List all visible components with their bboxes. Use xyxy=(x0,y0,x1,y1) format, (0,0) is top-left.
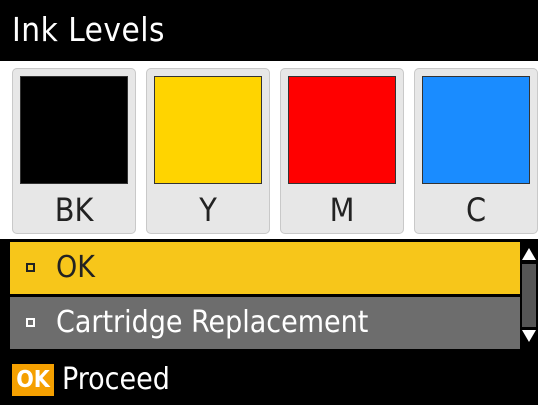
bullet-icon xyxy=(26,263,35,272)
scroll-up-icon[interactable] xyxy=(522,248,536,260)
footer-action-label: Proceed xyxy=(62,362,170,397)
footer-hint: OK Proceed xyxy=(0,355,538,404)
scrollbar[interactable] xyxy=(520,242,538,349)
cartridge-label-m: M xyxy=(329,191,355,229)
cartridge-m: M xyxy=(280,68,404,234)
ok-key-icon: OK xyxy=(12,364,54,396)
cartridge-bk: BK xyxy=(12,68,136,234)
cartridge-y: Y xyxy=(146,68,270,234)
cartridge-label-bk: BK xyxy=(54,191,94,229)
menu-item-label: Cartridge Replacement xyxy=(56,305,369,340)
ink-swatch-c xyxy=(422,76,530,184)
menu-list: OK Cartridge Replacement xyxy=(0,239,538,355)
ink-swatch-m xyxy=(288,76,396,184)
cartridge-c: C xyxy=(414,68,538,234)
menu-item-label: OK xyxy=(56,250,95,285)
menu-item-ok[interactable]: OK xyxy=(10,242,520,294)
cartridge-label-c: C xyxy=(465,191,487,229)
bullet-icon xyxy=(26,318,35,327)
screen-title: Ink Levels xyxy=(12,10,165,49)
menu-item-cartridge-replacement[interactable]: Cartridge Replacement xyxy=(10,297,520,349)
ink-swatch-y xyxy=(154,76,262,184)
ink-swatch-bk xyxy=(20,76,128,184)
scrollbar-thumb[interactable] xyxy=(522,264,536,327)
cartridge-panel: BK Y M C xyxy=(0,61,538,239)
cartridge-label-y: Y xyxy=(199,191,217,229)
scroll-down-icon[interactable] xyxy=(522,330,536,342)
